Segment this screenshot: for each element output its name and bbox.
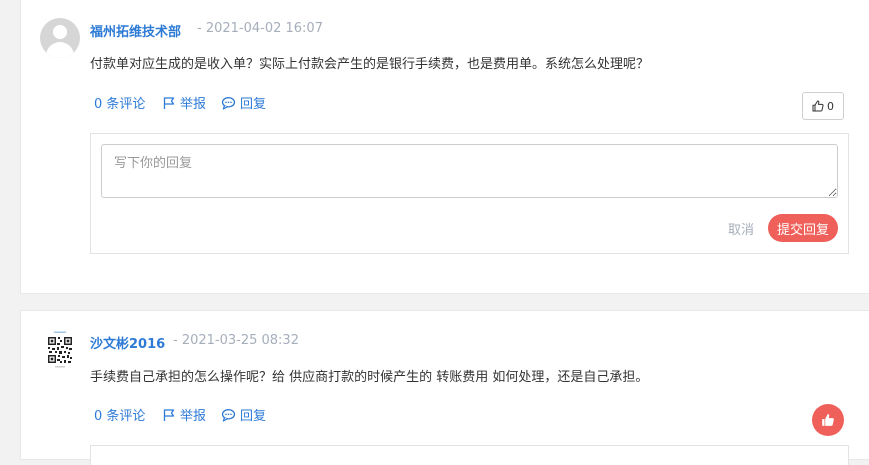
comment-timestamp: - 2021-04-02 16:07 xyxy=(197,21,323,36)
like-button[interactable]: 0 xyxy=(802,92,844,120)
reply-link[interactable]: 回复 xyxy=(221,93,266,112)
speech-bubble-icon xyxy=(221,96,236,110)
thumbs-up-icon xyxy=(822,414,834,426)
reply-textarea[interactable] xyxy=(101,144,838,198)
like-count: 0 xyxy=(827,99,834,113)
submit-reply-button[interactable]: 提交回复 xyxy=(768,214,838,242)
comment-author[interactable]: 福州拓维技术部 xyxy=(90,21,181,40)
cancel-button[interactable]: 取消 xyxy=(728,219,754,238)
comments-count-label: 0 条评论 xyxy=(94,409,146,424)
reply-panel: 取消 提交回复 xyxy=(90,133,849,254)
flag-icon xyxy=(163,408,175,421)
reply-label: 回复 xyxy=(240,97,267,112)
thumbs-up-icon xyxy=(812,100,824,112)
reply-link[interactable]: 回复 xyxy=(221,405,266,424)
comments-count-label: 0 条评论 xyxy=(94,97,146,112)
reply-label: 回复 xyxy=(240,409,267,424)
user-avatar-icon[interactable] xyxy=(40,18,80,58)
speech-bubble-icon xyxy=(221,408,236,422)
comments-count-link[interactable]: 0 条评论 xyxy=(94,405,145,424)
comment-timestamp: - 2021-03-25 08:32 xyxy=(173,333,299,348)
report-label: 举报 xyxy=(180,97,207,112)
comment-author[interactable]: 沙文彬2016 xyxy=(90,333,165,352)
report-link[interactable]: 举报 xyxy=(162,405,206,424)
qr-code-avatar[interactable] xyxy=(46,331,74,369)
comment-content: 手续费自己承担的怎么操作呢？给 供应商打款的时候产生的 转账费用 如何处理，还是… xyxy=(90,370,649,385)
report-link[interactable]: 举报 xyxy=(162,93,206,112)
flag-icon xyxy=(163,96,175,109)
like-button[interactable] xyxy=(812,404,844,436)
comment-content: 付款单对应生成的是收入单？实际上付款会产生的是银行手续费，也是费用单。系统怎么处… xyxy=(90,57,650,72)
report-label: 举报 xyxy=(180,409,207,424)
comments-count-link[interactable]: 0 条评论 xyxy=(94,93,145,112)
reply-panel xyxy=(90,445,849,465)
